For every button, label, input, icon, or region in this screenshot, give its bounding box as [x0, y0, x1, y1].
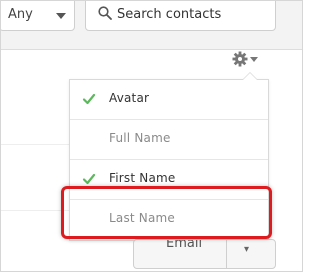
- row-divider: [1, 210, 69, 211]
- email-button-label: Email: [166, 239, 203, 251]
- filter-select[interactable]: Any: [1, 1, 75, 31]
- row-divider: [1, 144, 69, 145]
- checkmark-icon: [82, 91, 96, 110]
- highlight-annotation: [61, 186, 272, 239]
- contacts-panel: Any Search contacts Avatar Full Name Fir…: [0, 0, 303, 272]
- search-contacts-input[interactable]: Search contacts: [85, 1, 276, 31]
- email-button[interactable]: Email ▾: [133, 239, 276, 269]
- caret-down-icon[interactable]: ▾: [244, 244, 249, 255]
- search-placeholder: Search contacts: [117, 7, 222, 22]
- chevron-down-icon: [56, 13, 66, 19]
- chevron-down-icon: [250, 57, 258, 62]
- menu-item-avatar[interactable]: Avatar: [70, 80, 268, 119]
- menu-item-full-name[interactable]: Full Name: [70, 119, 268, 159]
- menu-item-label: First Name: [109, 171, 176, 185]
- menu-item-label: Avatar: [109, 91, 150, 105]
- toolbar: Any Search contacts: [1, 1, 302, 50]
- gear-icon: [232, 51, 248, 71]
- menu-pointer-inner: [243, 73, 257, 80]
- search-icon: [98, 5, 112, 24]
- split-divider: [226, 240, 227, 268]
- menu-item-label: Full Name: [109, 131, 171, 145]
- column-settings-button[interactable]: [232, 51, 260, 69]
- filter-select-value: Any: [8, 7, 33, 22]
